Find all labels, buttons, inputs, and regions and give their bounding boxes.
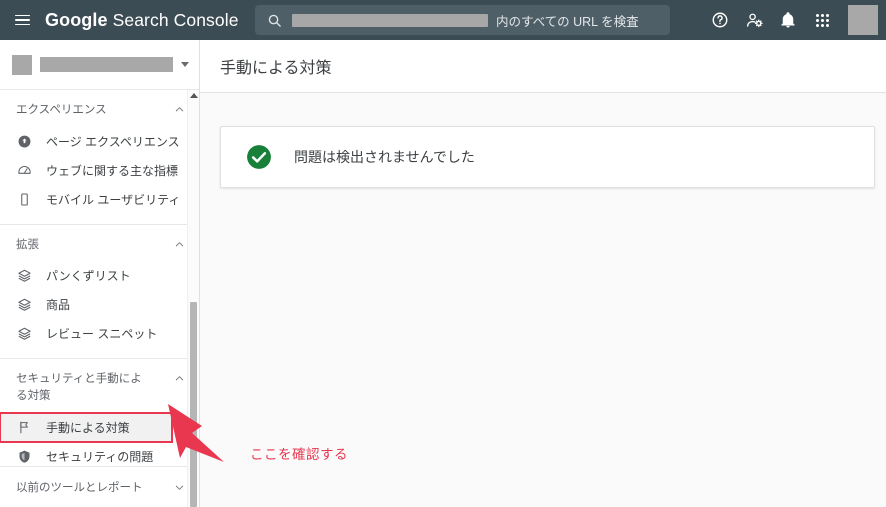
status-card: 問題は検出されませんでした [220,126,875,188]
sidebar-item-products[interactable]: 商品 [0,290,199,319]
header-icon-group [706,0,878,40]
section-label-experience: エクスペリエンス [16,104,107,116]
flag-icon [16,419,32,435]
sidebar-scrollbar[interactable] [187,90,199,507]
sidebar-item-core-web-vitals[interactable]: ウェブに関する主な指標 [0,156,199,185]
search-console-window: Google Search Console 内のすべての URL を検査 エクス… [0,0,886,507]
brand-google-text: Google [45,9,108,30]
page-title: 手動による対策 [220,60,332,77]
account-settings-icon[interactable] [740,6,768,34]
sidebar-item-label: パンくずリスト [46,269,131,284]
chevron-up-icon [174,373,185,384]
brand-product-text: Search Console [112,9,239,30]
sidebar-item-label: モバイル ユーザビリティ [46,192,181,207]
sidebar-item-label: 手動による対策 [46,420,130,435]
sidebar-item-manual-actions[interactable]: 手動による対策 [0,411,173,443]
sidebar-item-mobile-usability[interactable]: モバイル ユーザビリティ [0,185,199,214]
layers-icon [16,268,32,284]
chevron-down-icon [181,62,189,67]
sidebar-item-label: ウェブに関する主な指標 [46,163,179,178]
section-header-experience[interactable]: エクスペリエンス [0,90,199,127]
section-header-security-manual-actions[interactable]: セキュリティと手動による対策 [0,359,199,412]
search-icon [267,13,282,28]
page-experience-icon [16,133,32,149]
search-suffix-label: 内のすべての URL を検査 [496,14,639,29]
mobile-phone-icon [16,191,32,207]
chevron-up-icon [174,239,185,250]
avatar[interactable] [848,5,878,35]
main-content: 手動による対策 問題は検出されませんでした [200,40,886,507]
chevron-up-icon [174,104,185,115]
section-label-security-manual-actions: セキュリティと手動による対策 [16,373,142,403]
sidebar-nav: エクスペリエンス ページ エクスペリエンス ウェブに関する主な指標 モバイル ユ… [0,90,199,506]
sidebar-item-label: セキュリティの問題 [46,449,154,464]
section-label-enhancements: 拡張 [16,238,39,251]
url-inspection-search-bar[interactable]: 内のすべての URL を検査 [255,5,670,35]
shield-icon [16,448,32,464]
hamburger-menu-icon[interactable] [5,0,39,40]
top-header: Google Search Console 内のすべての URL を検査 [0,0,886,40]
legacy-tools-label: 以前のツールとレポート [16,481,143,494]
sidebar: エクスペリエンス ページ エクスペリエンス ウェブに関する主な指標 モバイル ユ… [0,40,200,507]
page-header-bar: 手動による対策 [200,40,886,93]
sidebar-item-label: レビュー スニペット [46,327,158,342]
sidebar-item-breadcrumbs[interactable]: パンくずリスト [0,261,199,290]
layers-icon [16,297,32,313]
status-message: 問題は検出されませんでした [294,149,475,165]
sidebar-item-legacy-tools[interactable]: 以前のツールとレポート [0,466,199,506]
apps-grid-icon[interactable] [808,6,836,34]
sidebar-item-label: 商品 [46,298,71,313]
chevron-down-icon [174,482,185,493]
layers-icon [16,326,32,342]
sidebar-item-page-experience[interactable]: ページ エクスペリエンス [0,127,199,156]
brand-logo[interactable]: Google Search Console [45,10,239,31]
green-check-circle-icon [246,144,272,170]
property-name-redacted [40,57,173,72]
sidebar-item-review-snippets[interactable]: レビュー スニペット [0,319,199,348]
section-header-enhancements[interactable]: 拡張 [0,225,199,262]
scroll-up-arrow-icon[interactable] [190,93,198,98]
help-icon[interactable] [706,6,734,34]
scrollbar-thumb[interactable] [190,302,197,507]
annotation-text: ここを確認する [250,447,348,462]
property-selector[interactable] [0,40,199,90]
notifications-bell-icon[interactable] [774,6,802,34]
sidebar-item-label: ページ エクスペリエンス [46,134,180,149]
speedometer-icon [16,162,32,178]
search-redacted-domain [292,13,488,27]
property-favicon-redacted [12,54,32,75]
